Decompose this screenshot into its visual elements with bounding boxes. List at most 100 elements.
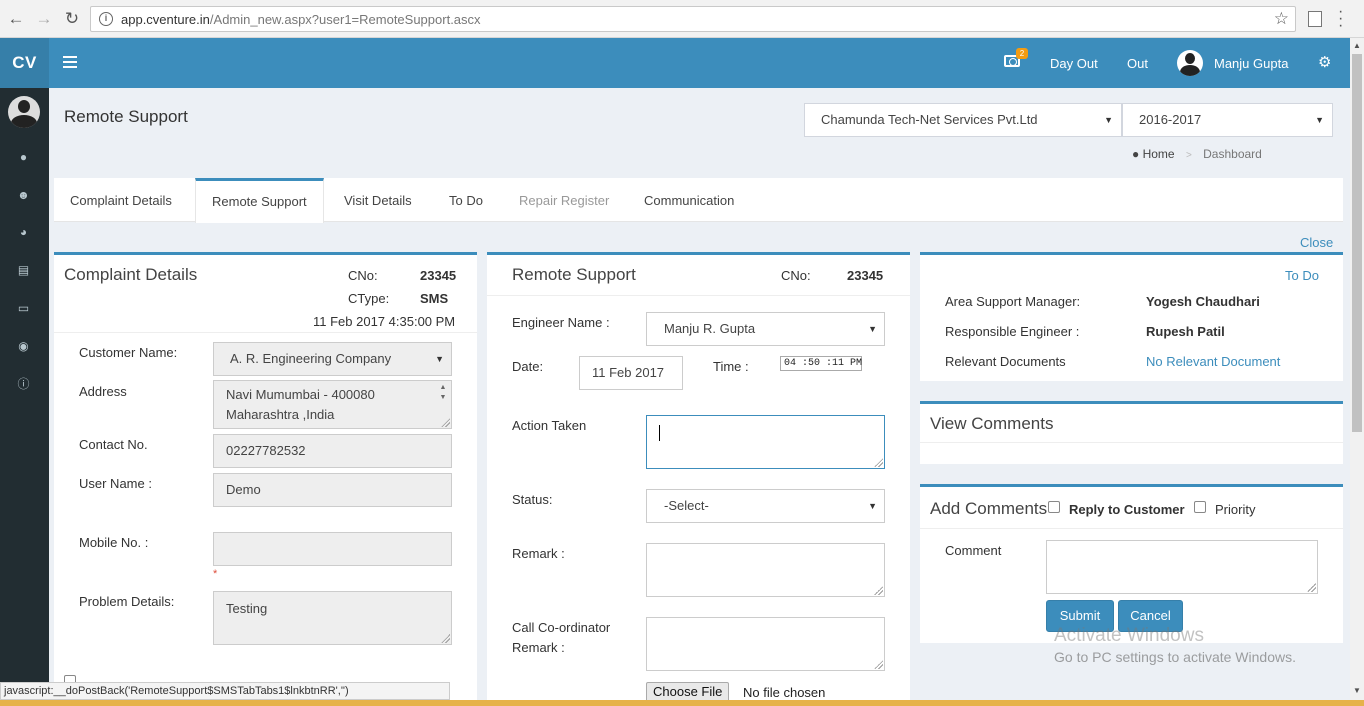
customer-name-select[interactable]: A. R. Engineering Company ▼: [213, 342, 452, 376]
year-select[interactable]: 2016-2017 ▼: [1122, 103, 1333, 137]
extension-icon[interactable]: [1308, 11, 1322, 27]
address-bar[interactable]: i app.cventure.in/Admin_new.aspx?user1=R…: [90, 6, 1296, 32]
resize-handle-icon[interactable]: [874, 660, 883, 669]
tab-complaint-details[interactable]: Complaint Details: [54, 178, 188, 222]
settings-gears-icon[interactable]: ⚙: [1318, 53, 1331, 71]
cno-value: 23345: [420, 268, 457, 283]
user-name-label: User Name :: [79, 476, 152, 491]
user-name-field[interactable]: Demo: [213, 473, 452, 507]
url-path: /Admin_new.aspx?user1=RemoteSupport.ascx: [209, 12, 481, 27]
resize-handle-icon[interactable]: [441, 418, 450, 427]
remark-label: Remark :: [512, 546, 565, 561]
asm-label: Area Support Manager:: [945, 294, 1081, 309]
customer-name-value: A. R. Engineering Company: [230, 351, 392, 366]
pie-chart-icon[interactable]: ◕: [17, 226, 30, 239]
url-host: app.cventure.in: [121, 12, 210, 27]
problem-details-label: Problem Details:: [79, 594, 175, 609]
sidebar-avatar[interactable]: [8, 96, 40, 128]
forward-icon[interactable]: →: [34, 9, 54, 29]
engineer-name-label: Engineer Name :: [512, 315, 610, 330]
page-title: Remote Support: [64, 107, 188, 126]
ctype-value: SMS: [420, 291, 449, 306]
sidebar-toggle-icon[interactable]: [63, 56, 77, 68]
dashboard-icon[interactable]: ●: [17, 151, 30, 164]
file-status-text: No file chosen: [743, 685, 826, 700]
scrollbar-thumb[interactable]: [1352, 54, 1362, 432]
support-icon[interactable]: ◉: [17, 340, 30, 353]
status-select[interactable]: -Select- ▼: [646, 489, 885, 523]
action-taken-textarea[interactable]: [646, 415, 885, 469]
panel-divider: [920, 528, 1343, 529]
relevant-documents-link[interactable]: No Relevant Document: [1146, 354, 1280, 369]
credit-card-icon[interactable]: ▭: [17, 302, 30, 315]
reply-to-customer-checkbox[interactable]: [1048, 501, 1060, 513]
address-textarea[interactable]: Navi Mumumbai - 400080 Maharashtra ,Indi…: [213, 380, 452, 429]
user-name[interactable]: Manju Gupta: [1214, 56, 1288, 71]
view-comments-title: View Comments: [930, 414, 1054, 433]
problem-details-value: Testing: [226, 601, 268, 616]
close-link[interactable]: Close: [1300, 235, 1333, 250]
scroll-up-icon[interactable]: ▲: [1352, 41, 1362, 50]
address-label: Address: [79, 384, 127, 399]
relevant-documents-label: Relevant Documents: [945, 354, 1066, 369]
contact-no-label: Contact No.: [79, 437, 148, 452]
to-do-link[interactable]: To Do: [1285, 268, 1319, 283]
mobile-no-label: Mobile No. :: [79, 535, 149, 550]
comment-label: Comment: [945, 543, 1002, 558]
scroll-down-icon[interactable]: ▼: [1352, 686, 1362, 695]
tab-visit-details[interactable]: Visit Details: [328, 178, 428, 222]
back-icon[interactable]: ←: [6, 9, 26, 29]
info-circle-icon[interactable]: ⓘ: [17, 378, 30, 391]
mobile-no-field[interactable]: [213, 532, 452, 566]
company-select[interactable]: Chamunda Tech-Net Services Pvt.Ltd ▼: [804, 103, 1122, 137]
contact-no-field[interactable]: 02227782532: [213, 434, 452, 468]
tab-remote-support[interactable]: Remote Support: [195, 178, 324, 223]
user-icon[interactable]: ☻: [17, 189, 30, 202]
resize-handle-icon[interactable]: [874, 458, 883, 467]
bookmark-star-icon[interactable]: ☆: [1274, 9, 1289, 29]
chevron-down-icon: ▼: [435, 354, 444, 364]
resize-handle-icon[interactable]: [1307, 583, 1316, 592]
out-link[interactable]: Out: [1127, 56, 1148, 71]
browser-menu-icon[interactable]: · · ·: [1338, 4, 1343, 34]
remote-cno-label: CNo:: [781, 268, 811, 283]
status-value: -Select-: [664, 498, 709, 513]
day-out-link[interactable]: Day Out: [1050, 56, 1098, 71]
call-coordinator-label: Call Co-ordinator: [512, 620, 611, 635]
priority-checkbox[interactable]: [1194, 501, 1206, 513]
notification-badge: 2: [1016, 48, 1028, 59]
text-cursor: [659, 425, 660, 441]
date-field[interactable]: 11 Feb 2017: [579, 356, 683, 390]
panel-divider: [54, 332, 477, 333]
resize-handle-icon[interactable]: [874, 586, 883, 595]
resize-handle-icon[interactable]: [441, 634, 450, 643]
user-avatar[interactable]: [1177, 50, 1203, 76]
tab-communication[interactable]: Communication: [628, 178, 750, 222]
time-input[interactable]: 04 :50 :11 PM: [780, 356, 862, 371]
activation-watermark-subtitle: Go to PC settings to activate Windows.: [1054, 649, 1296, 665]
breadcrumb-home[interactable]: Home: [1143, 147, 1175, 161]
required-mark: *: [213, 568, 218, 580]
info-icon[interactable]: i: [99, 12, 113, 26]
call-coordinator-textarea[interactable]: [646, 617, 885, 671]
sidebar: ● ☻ ◕ ▤ ▭ ◉ ⓘ: [0, 88, 49, 706]
app-logo[interactable]: CV: [0, 38, 49, 88]
reload-icon[interactable]: ↻: [62, 9, 82, 29]
remark-textarea[interactable]: [646, 543, 885, 597]
comment-textarea[interactable]: [1046, 540, 1318, 594]
tab-to-do[interactable]: To Do: [433, 178, 499, 222]
textarea-scroll-icon[interactable]: ▲ ▼: [437, 383, 449, 403]
complaint-panel-title: Complaint Details: [64, 265, 198, 284]
company-select-value: Chamunda Tech-Net Services Pvt.Ltd: [821, 112, 1038, 127]
choose-file-button[interactable]: Choose File: [646, 682, 730, 702]
browser-toolbar: ← → ↻ i app.cventure.in/Admin_new.aspx?u…: [0, 0, 1364, 38]
year-select-value: 2016-2017: [1139, 112, 1202, 127]
cart-icon[interactable]: ▤: [17, 264, 30, 277]
problem-details-textarea[interactable]: Testing: [213, 591, 452, 645]
cno-label: CNo:: [348, 268, 378, 283]
engineer-name-select[interactable]: Manju R. Gupta ▼: [646, 312, 885, 346]
app-header: CV 2 Day Out Out Manju Gupta ⚙: [0, 38, 1350, 88]
chevron-down-icon: ▼: [1104, 115, 1113, 125]
engineer-name-value: Manju R. Gupta: [664, 321, 756, 336]
tab-repair-register[interactable]: Repair Register: [503, 178, 625, 222]
